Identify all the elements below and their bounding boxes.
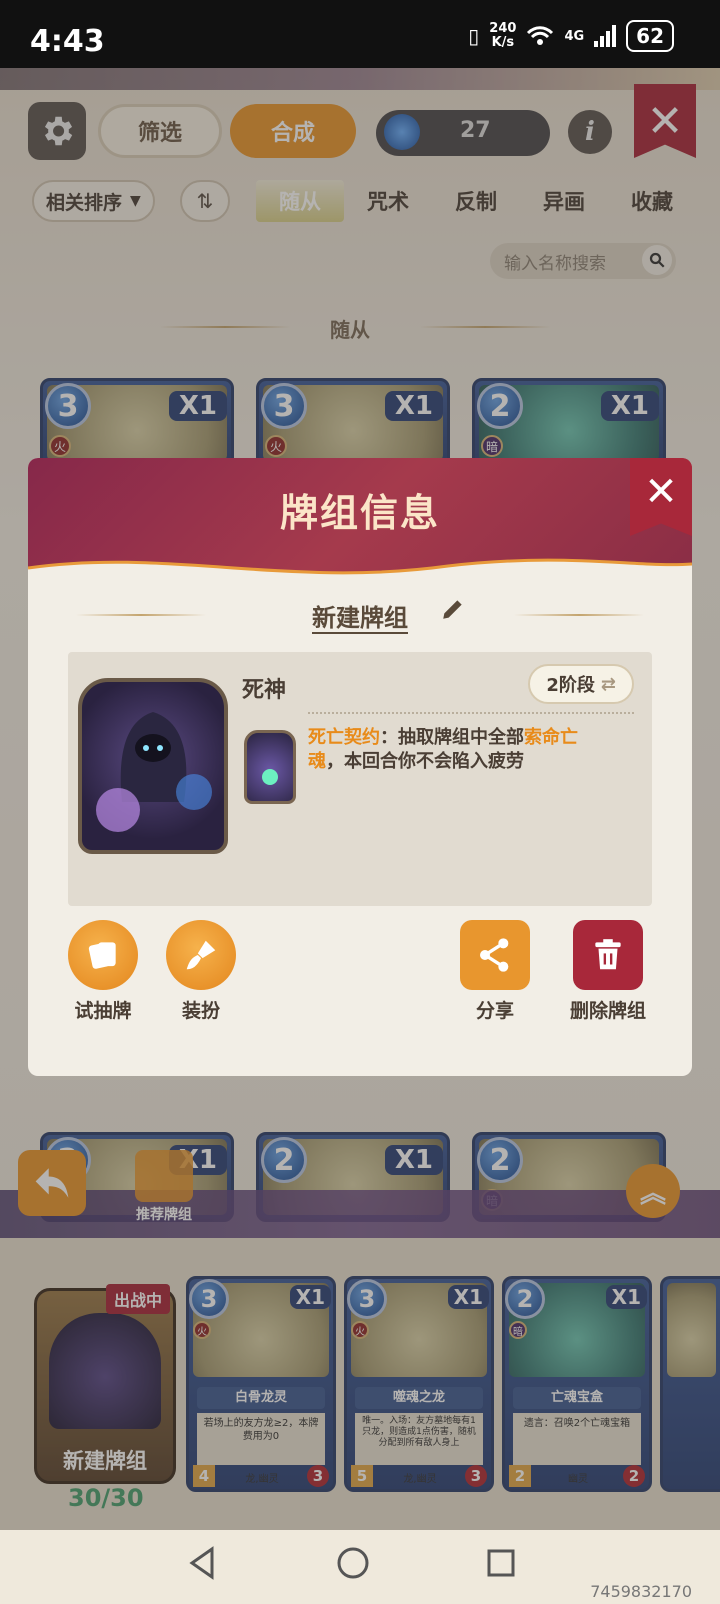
close-icon: ✕ [644, 469, 678, 515]
vibrate-icon: ▯ [468, 24, 480, 48]
nav-recents-icon[interactable] [486, 1548, 516, 1578]
keyword: 死亡契约 [308, 727, 380, 748]
test-draw-button[interactable]: 试抽牌 [68, 920, 138, 1023]
watermark: 7459832170 [590, 1582, 692, 1601]
trash-icon [573, 920, 643, 990]
hero-ability-text: 死亡契约：抽取牌组中全部索命亡魂，本回合你不会陷入疲劳 [308, 726, 612, 774]
status-bar: 4:43 ▯ 240 K/s 4G 62 [0, 0, 720, 68]
stage-toggle[interactable]: 2阶段 ⇄ [528, 664, 634, 704]
brush-icon [166, 920, 236, 990]
delete-deck-button[interactable]: 删除牌组 [558, 920, 658, 1023]
stage-label: 2阶段 [546, 675, 595, 696]
hero-panel: 死神 2阶段 ⇄ 死亡契约：抽取牌组中全部索命亡魂，本回合你不会陷入疲劳 [68, 652, 652, 906]
test-draw-label: 试抽牌 [74, 1000, 132, 1022]
dress-up-label: 装扮 [181, 1000, 220, 1022]
reaper-figure [96, 712, 212, 832]
signal-icon [594, 25, 617, 47]
net-speed-unit: K/s [491, 35, 515, 50]
net-speed: 240 K/s [489, 22, 516, 50]
share-label: 分享 [475, 1000, 514, 1022]
clock: 4:43 [30, 24, 105, 59]
system-nav-bar: 7459832170 [0, 1530, 720, 1604]
nav-back-icon[interactable] [186, 1546, 218, 1580]
share-icon [460, 920, 530, 990]
hero-skill-thumbnail [244, 730, 296, 804]
swap-icon: ⇄ [600, 673, 616, 695]
wifi-icon [527, 26, 554, 45]
deck-info-dialog: 牌组信息 ✕ 新建牌组 死神 2阶段 ⇄ 死亡契约：抽取牌组中全部索命亡魂，本回… [28, 458, 692, 1076]
share-button[interactable]: 分享 [452, 920, 538, 1023]
ability-text-part: ：抽取牌组中全部 [380, 727, 524, 748]
delete-deck-label: 删除牌组 [569, 1000, 646, 1022]
battery-icon: 62 [626, 20, 674, 52]
battery-level: 62 [636, 24, 664, 48]
dress-up-button[interactable]: 装扮 [166, 920, 236, 1023]
nav-home-icon[interactable] [336, 1546, 370, 1580]
pencil-icon [443, 600, 462, 619]
divider [308, 712, 634, 714]
network-type: 4G [564, 28, 585, 44]
ability-text-part: ，本回合你不会陷入疲劳 [326, 751, 524, 772]
dialog-title: 牌组信息 [279, 491, 440, 535]
hero-name: 死神 [242, 678, 287, 703]
header-wave [28, 558, 692, 594]
hero-portrait [78, 678, 228, 854]
edit-name-button[interactable] [440, 596, 466, 626]
cards-draw-icon [68, 920, 138, 990]
net-speed-value: 240 [489, 21, 517, 36]
ornament-right [514, 614, 644, 616]
